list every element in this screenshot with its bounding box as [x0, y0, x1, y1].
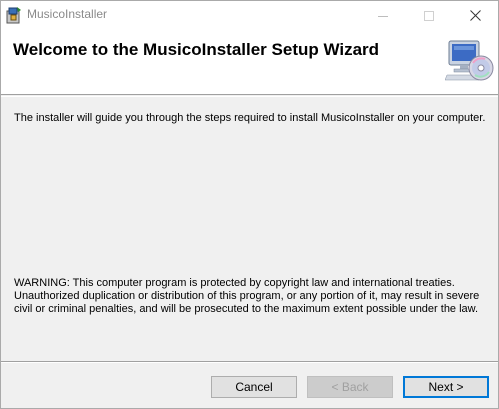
footer-divider-highlight: [1, 362, 498, 363]
installer-window: MusicoInstaller Welcome to the MusicoIns…: [0, 0, 499, 409]
back-button[interactable]: < Back: [307, 376, 393, 398]
close-button[interactable]: [452, 1, 498, 30]
minimize-icon: [378, 15, 388, 17]
installer-app-icon: [6, 6, 22, 24]
copyright-warning: WARNING: This computer program is protec…: [14, 277, 480, 315]
window-title: MusicoInstaller: [27, 7, 108, 21]
intro-text: The installer will guide you through the…: [14, 112, 486, 124]
cancel-button[interactable]: Cancel: [211, 376, 297, 398]
maximize-button[interactable]: [406, 1, 452, 30]
page-title: Welcome to the MusicoInstaller Setup Wiz…: [13, 40, 380, 59]
title-bar[interactable]: MusicoInstaller: [1, 1, 498, 30]
minimize-button[interactable]: [360, 1, 406, 30]
next-button[interactable]: Next >: [403, 376, 489, 398]
computer-cd-icon: [444, 39, 495, 85]
maximize-icon: [424, 10, 434, 21]
header-banner: Welcome to the MusicoInstaller Setup Wiz…: [1, 30, 498, 95]
banner-divider: [1, 96, 498, 97]
close-icon: [469, 10, 481, 21]
